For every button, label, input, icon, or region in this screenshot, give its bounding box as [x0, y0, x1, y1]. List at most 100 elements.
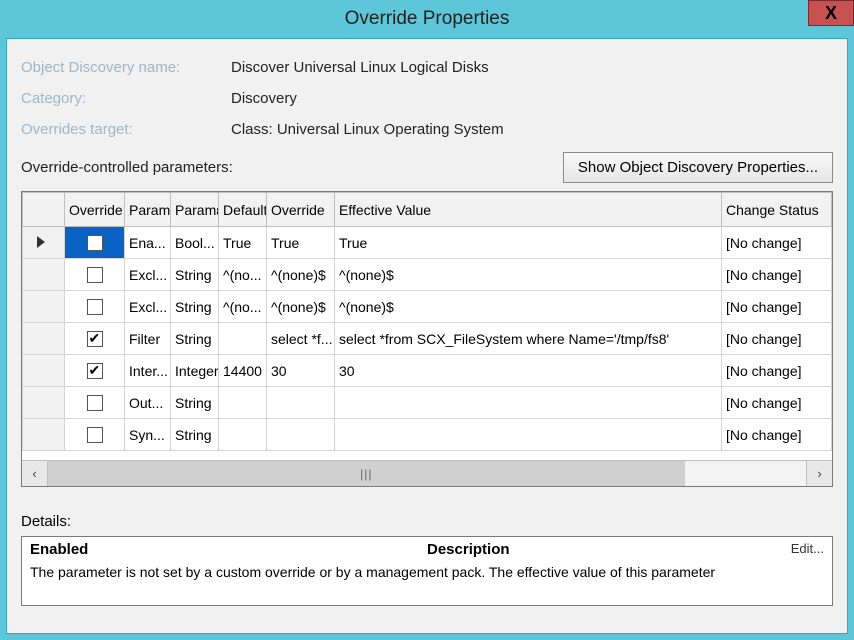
show-properties-button[interactable]: Show Object Discovery Properties...: [563, 152, 833, 183]
category-label: Category:: [21, 90, 231, 107]
effective-value-cell[interactable]: [335, 419, 722, 451]
override-checkbox[interactable]: [87, 235, 103, 251]
row-header-cell[interactable]: [23, 419, 65, 451]
change-status-cell: [No change]: [722, 259, 832, 291]
param-type-cell: Bool...: [171, 227, 219, 259]
header-override-value[interactable]: Override: [267, 193, 335, 227]
override-checkbox-cell[interactable]: [65, 323, 125, 355]
scroll-right-button[interactable]: ›: [806, 461, 832, 486]
scroll-track[interactable]: |||: [48, 461, 806, 486]
row-header-cell[interactable]: [23, 227, 65, 259]
table-row[interactable]: Excl...String^(no...^(none)$^(none)$[No …: [23, 259, 832, 291]
table-row[interactable]: FilterString select *f...select *from SCX…: [23, 323, 832, 355]
effective-value-cell[interactable]: select *from SCX_FileSystem where Name='…: [335, 323, 722, 355]
override-checkbox[interactable]: [87, 331, 103, 347]
object-discovery-value: Discover Universal Linux Logical Disks: [231, 59, 489, 76]
change-status-cell: [No change]: [722, 387, 832, 419]
meta-target: Overrides target: Class: Universal Linux…: [21, 121, 833, 138]
effective-value-cell[interactable]: ^(none)$: [335, 259, 722, 291]
param-name-cell: Out...: [125, 387, 171, 419]
param-type-cell: String: [171, 291, 219, 323]
details-heading-enabled: Enabled: [30, 541, 427, 558]
override-value-cell[interactable]: [267, 419, 335, 451]
param-name-cell: Filter: [125, 323, 171, 355]
target-label: Overrides target:: [21, 121, 231, 138]
parameters-grid: Override Paramε Paramε Default Override …: [21, 191, 833, 487]
details-edit-link[interactable]: Edit...: [791, 541, 824, 558]
params-header: Override-controlled parameters: Show Obj…: [21, 152, 833, 183]
override-checkbox-cell[interactable]: [65, 419, 125, 451]
param-name-cell: Syn...: [125, 419, 171, 451]
override-checkbox[interactable]: [87, 427, 103, 443]
change-status-cell: [No change]: [722, 355, 832, 387]
close-button[interactable]: X: [808, 0, 854, 26]
override-checkbox-cell[interactable]: [65, 259, 125, 291]
scroll-thumb[interactable]: |||: [48, 461, 685, 486]
table-row[interactable]: Inter...Integer144003030[No change]: [23, 355, 832, 387]
change-status-cell: [No change]: [722, 419, 832, 451]
default-value-cell: ^(no...: [219, 259, 267, 291]
table-row[interactable]: Out...String [No change]: [23, 387, 832, 419]
default-value-cell: ^(no...: [219, 291, 267, 323]
change-status-cell: [No change]: [722, 227, 832, 259]
override-value-cell[interactable]: ^(none)$: [267, 291, 335, 323]
param-type-cell: String: [171, 387, 219, 419]
target-value: Class: Universal Linux Operating System: [231, 121, 504, 138]
override-checkbox[interactable]: [87, 395, 103, 411]
meta-object-discovery: Object Discovery name: Discover Universa…: [21, 59, 833, 76]
object-discovery-label: Object Discovery name:: [21, 59, 231, 76]
scroll-left-button[interactable]: ‹: [22, 461, 48, 486]
override-value-cell[interactable]: [267, 387, 335, 419]
row-header-cell[interactable]: [23, 259, 65, 291]
override-checkbox[interactable]: [87, 267, 103, 283]
details-panel: Enabled Description Edit... The paramete…: [21, 536, 833, 606]
param-name-cell: Inter...: [125, 355, 171, 387]
override-checkbox[interactable]: [87, 363, 103, 379]
table-row[interactable]: Ena...Bool...TrueTrueTrue[No change]: [23, 227, 832, 259]
details-text: The parameter is not set by a custom ove…: [30, 564, 824, 582]
details-heading-description: Description: [427, 541, 791, 558]
override-value-cell[interactable]: True: [267, 227, 335, 259]
change-status-cell: [No change]: [722, 323, 832, 355]
override-checkbox-cell[interactable]: [65, 355, 125, 387]
category-value: Discovery: [231, 90, 297, 107]
titlebar: Override Properties X: [0, 0, 854, 38]
row-header-cell[interactable]: [23, 323, 65, 355]
effective-value-cell[interactable]: ^(none)$: [335, 291, 722, 323]
row-header-cell[interactable]: [23, 387, 65, 419]
override-checkbox[interactable]: [87, 299, 103, 315]
header-param-type[interactable]: Paramε: [171, 193, 219, 227]
horizontal-scrollbar[interactable]: ‹ ||| ›: [22, 460, 832, 486]
default-value-cell: [219, 387, 267, 419]
table-row[interactable]: Excl...String^(no...^(none)$^(none)$[No …: [23, 291, 832, 323]
effective-value-cell[interactable]: [335, 387, 722, 419]
close-icon: X: [825, 3, 837, 24]
param-name-cell: Excl...: [125, 291, 171, 323]
override-checkbox-cell[interactable]: [65, 291, 125, 323]
param-type-cell: String: [171, 323, 219, 355]
row-header-cell[interactable]: [23, 291, 65, 323]
header-param-name[interactable]: Paramε: [125, 193, 171, 227]
default-value-cell: [219, 323, 267, 355]
scroll-grip-icon: |||: [360, 467, 372, 481]
header-default-value[interactable]: Default: [219, 193, 267, 227]
row-header-cell[interactable]: [23, 355, 65, 387]
param-name-cell: Excl...: [125, 259, 171, 291]
override-checkbox-cell[interactable]: [65, 227, 125, 259]
details-label: Details:: [21, 513, 833, 530]
header-change-status[interactable]: Change Status: [722, 193, 832, 227]
override-value-cell[interactable]: 30: [267, 355, 335, 387]
table-row[interactable]: Syn...String[No change]: [23, 419, 832, 451]
default-value-cell: [219, 419, 267, 451]
header-override[interactable]: Override: [65, 193, 125, 227]
effective-value-cell[interactable]: True: [335, 227, 722, 259]
override-checkbox-cell[interactable]: [65, 387, 125, 419]
override-value-cell[interactable]: select *f...: [267, 323, 335, 355]
header-rowselector[interactable]: [23, 193, 65, 227]
current-row-pointer-icon: [37, 236, 45, 248]
change-status-cell: [No change]: [722, 291, 832, 323]
effective-value-cell[interactable]: 30: [335, 355, 722, 387]
header-effective-value[interactable]: Effective Value: [335, 193, 722, 227]
override-value-cell[interactable]: ^(none)$: [267, 259, 335, 291]
dialog-body: Object Discovery name: Discover Universa…: [6, 38, 848, 634]
